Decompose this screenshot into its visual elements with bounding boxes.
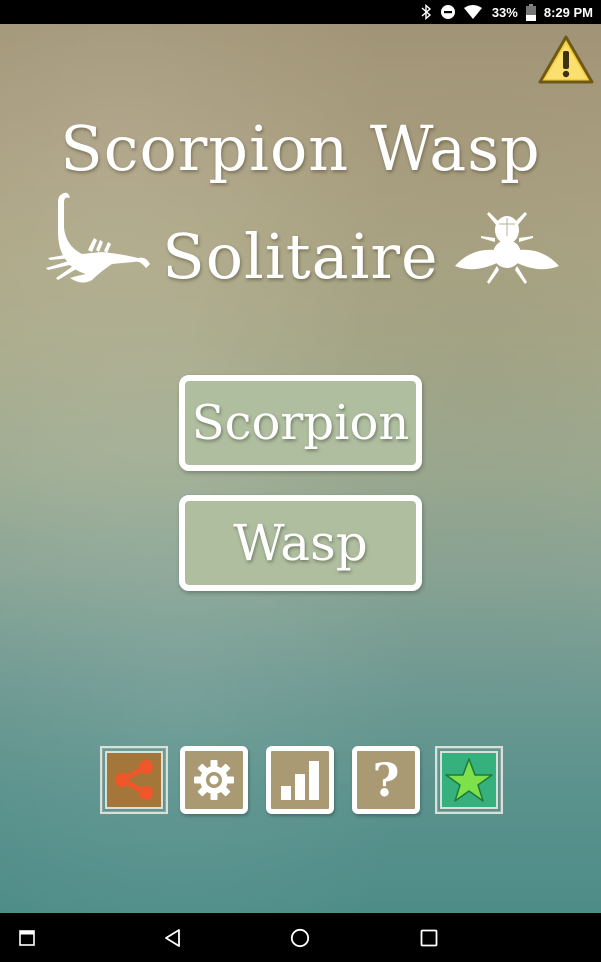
battery-percent: 33% (491, 4, 518, 20)
wasp-mode-button[interactable]: Wasp (179, 495, 422, 591)
wifi-icon (463, 5, 482, 19)
recent-apps-window-icon[interactable] (19, 930, 35, 946)
status-bar: 33% 8:29 PM (0, 0, 601, 24)
rate-button-face (440, 751, 498, 809)
bluetooth-icon (421, 4, 431, 20)
overview-icon[interactable] (420, 929, 438, 947)
settings-button[interactable] (180, 746, 248, 814)
rate-button[interactable] (435, 746, 503, 814)
help-button[interactable]: ? (352, 746, 420, 814)
star-icon (445, 758, 493, 802)
statistics-button[interactable] (266, 746, 334, 814)
wasp-icon (455, 212, 559, 284)
warning-icon[interactable] (537, 34, 595, 86)
app-main-menu: Scorpion Wasp Solitaire Scorpion Wasp ? (0, 24, 601, 913)
share-button-face (105, 751, 163, 809)
do-not-disturb-icon (440, 5, 455, 19)
question-icon: ? (372, 753, 400, 807)
navigation-bar (0, 913, 601, 962)
share-button[interactable] (100, 746, 168, 814)
home-icon[interactable] (290, 928, 310, 948)
clock: 8:29 PM (543, 4, 593, 20)
share-icon (115, 760, 153, 800)
bar-chart-icon (281, 761, 319, 800)
scorpion-icon (46, 192, 150, 283)
gear-icon (194, 760, 234, 800)
back-icon[interactable] (163, 928, 181, 948)
scorpion-mode-button[interactable]: Scorpion (179, 375, 422, 471)
title-line-1: Scorpion Wasp (60, 112, 541, 185)
battery-icon (525, 3, 536, 21)
